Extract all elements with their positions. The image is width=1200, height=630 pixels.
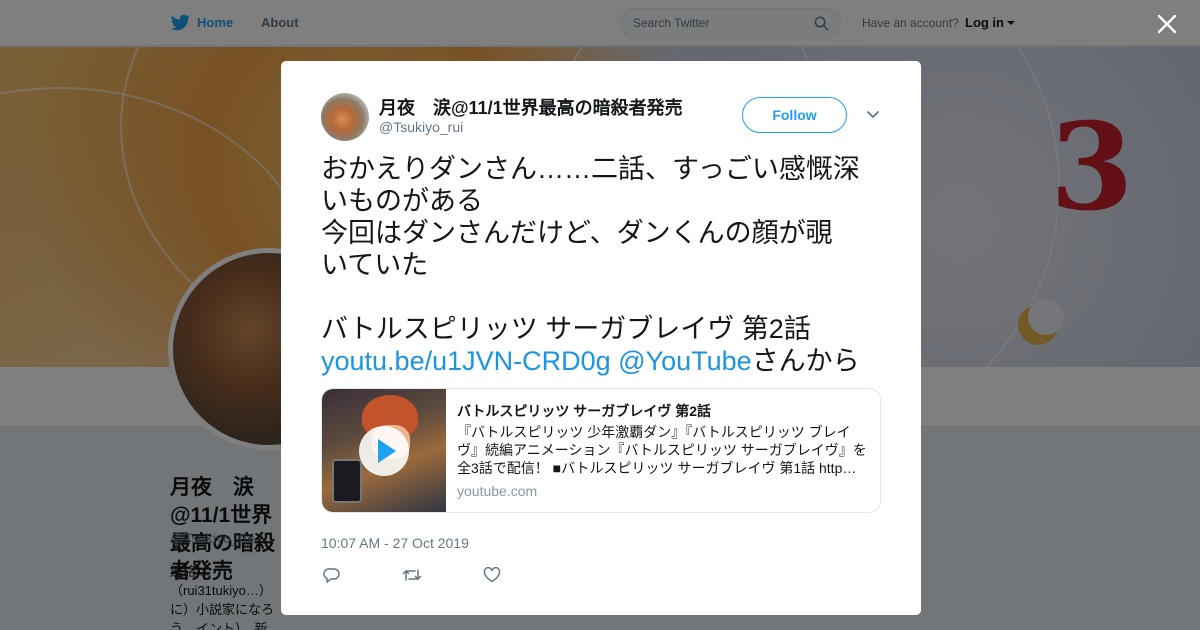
tweet-timestamp[interactable]: 10:07 AM - 27 Oct 2019 [321, 535, 469, 551]
play-icon[interactable] [357, 424, 411, 478]
follow-button[interactable]: Follow [742, 97, 847, 133]
youtube-link[interactable]: youtu.be/u1JVN-CRD0g [321, 346, 611, 376]
tweet-text-line: いていた [321, 250, 429, 280]
retweet-icon[interactable] [402, 567, 422, 583]
author-name[interactable]: 月夜 涙@11/1世界最高の暗殺者発売 [379, 94, 699, 120]
close-icon[interactable] [1155, 12, 1179, 36]
tweet-text-line: バトルスピリッツ サーガブレイヴ 第2話 [321, 314, 811, 344]
tweet-text-line: おかえりダンさん……二話、すっごい感慨深 [321, 154, 860, 184]
reply-icon[interactable] [323, 567, 341, 583]
video-thumbnail[interactable] [322, 389, 446, 512]
tweet-link-line: youtu.be/u1JVN-CRD0g @YouTubeさんから [321, 345, 885, 377]
author-handle[interactable]: @Tsukiyo_rui [379, 119, 463, 135]
card-domain: youtube.com [457, 483, 538, 499]
link-suffix-text: さんから [751, 346, 860, 376]
card-title: バトルスピリッツ サーガブレイヴ 第2話 [457, 403, 711, 419]
tweet-text-line: 今回はダンさんだけど、ダンくんの顔が覗 [321, 218, 833, 248]
tweet-modal: 月夜 涙@11/1世界最高の暗殺者発売 @Tsukiyo_rui Follow … [281, 61, 921, 615]
heart-icon[interactable] [483, 567, 501, 583]
author-avatar[interactable] [321, 93, 369, 141]
tweet-text-line: いものがある [321, 186, 483, 216]
chevron-down-icon[interactable] [866, 110, 880, 120]
link-preview-card[interactable]: バトルスピリッツ サーガブレイヴ 第2話 『バトルスピリッツ 少年激覇ダン』『バ… [321, 388, 881, 513]
card-description: 『バトルスピリッツ 少年激覇ダン』『バトルスピリッツ ブレイヴ』続編アニメーショ… [457, 424, 867, 476]
tweet-text: おかえりダンさん……二話、すっごい感慨深 いものがある 今回はダンさんだけど、ダ… [321, 153, 885, 377]
youtube-mention-link[interactable]: @YouTube [618, 346, 752, 376]
